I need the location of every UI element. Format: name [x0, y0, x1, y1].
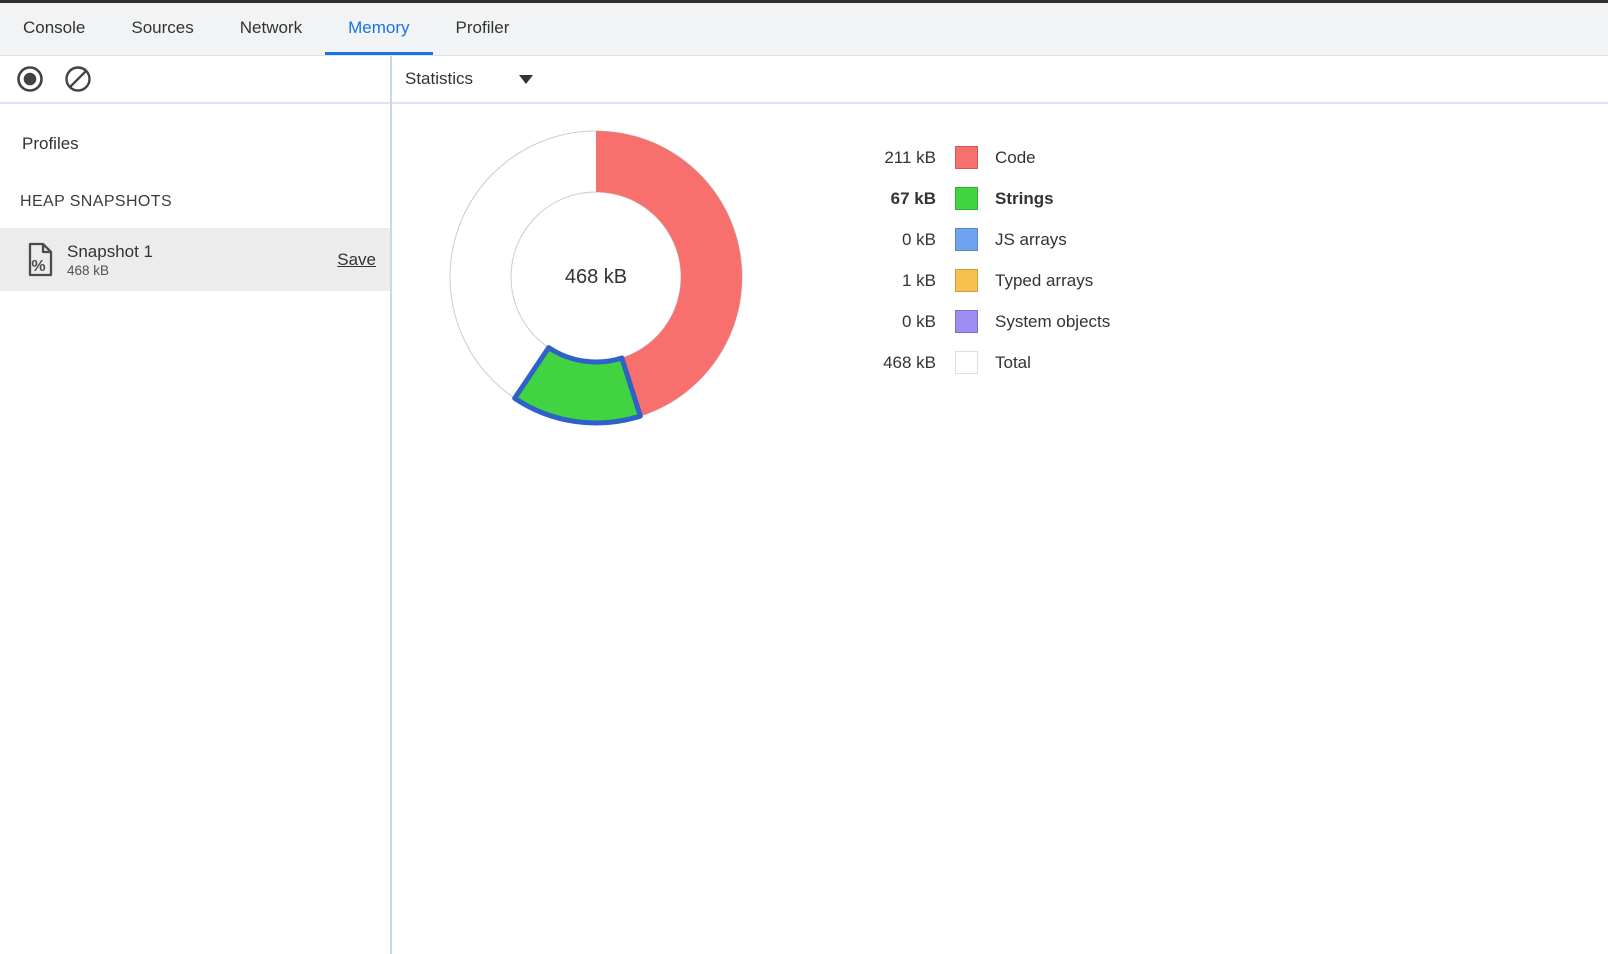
legend-row-total: 468 kB Total: [860, 342, 1110, 383]
statistics-view: 468 kB 211 kB Code 67 kB Strings 0 kB JS arra…: [392, 104, 1608, 954]
tab-network[interactable]: Network: [217, 3, 325, 55]
legend-label: Code: [995, 148, 1036, 168]
pie-slice-strings[interactable]: [515, 348, 641, 423]
legend-row-js-arrays[interactable]: 0 kB JS arrays: [860, 219, 1110, 260]
tab-console[interactable]: Console: [0, 3, 108, 55]
legend-value: 67 kB: [860, 189, 936, 209]
perspective-select-value: Statistics: [405, 69, 473, 89]
legend-label: Typed arrays: [995, 271, 1093, 291]
view-toolbar: Statistics: [390, 56, 533, 102]
perspective-select[interactable]: Statistics: [405, 69, 533, 89]
chart-legend: 211 kB Code 67 kB Strings 0 kB JS arrays 1 kB T…: [860, 137, 1110, 383]
svg-text:%: %: [31, 258, 45, 275]
legend-value: 1 kB: [860, 271, 936, 291]
legend-label: System objects: [995, 312, 1110, 332]
heap-snapshot-file-icon: %: [26, 242, 54, 277]
heap-statistics-donut-chart: [446, 127, 746, 427]
memory-panel-toolbar: Statistics: [0, 56, 1608, 104]
legend-label: Strings: [995, 189, 1054, 209]
snapshot-item[interactable]: % Snapshot 1468 kBSave: [0, 228, 390, 291]
legend-label: JS arrays: [995, 230, 1067, 250]
legend-swatch-icon: [955, 269, 978, 292]
snapshot-size: 468 kB: [67, 262, 337, 279]
legend-swatch-icon: [955, 351, 978, 374]
snapshot-text: Snapshot 1468 kB: [67, 241, 337, 279]
snapshot-list: % Snapshot 1468 kBSave: [0, 228, 390, 291]
devtools-tab-bar: ConsoleSourcesNetworkMemoryProfiler: [0, 3, 1608, 56]
heap-snapshots-section-header: HEAP SNAPSHOTS: [20, 193, 390, 211]
legend-value: 211 kB: [860, 148, 936, 168]
legend-row-system-objects[interactable]: 0 kB System objects: [860, 301, 1110, 342]
legend-row-code[interactable]: 211 kB Code: [860, 137, 1110, 178]
legend-swatch-icon: [955, 187, 978, 210]
save-link[interactable]: Save: [337, 250, 376, 270]
legend-swatch-icon: [955, 146, 978, 169]
legend-row-typed-arrays[interactable]: 1 kB Typed arrays: [860, 260, 1110, 301]
snapshot-name: Snapshot 1: [67, 241, 337, 262]
legend-value: 468 kB: [860, 353, 936, 373]
profiles-toolbar: [0, 56, 390, 102]
tab-memory[interactable]: Memory: [325, 3, 432, 55]
clear-icon[interactable]: [64, 65, 92, 93]
tab-profiler[interactable]: Profiler: [433, 3, 533, 55]
legend-value: 0 kB: [860, 230, 936, 250]
legend-swatch-icon: [955, 228, 978, 251]
sidebar-title: Profiles: [22, 134, 390, 154]
chevron-down-icon: [519, 75, 533, 84]
legend-row-strings[interactable]: 67 kB Strings: [860, 178, 1110, 219]
record-icon[interactable]: [16, 65, 44, 93]
profiles-sidebar: Profiles HEAP SNAPSHOTS % Snapshot 1468 k…: [0, 104, 390, 954]
tab-sources[interactable]: Sources: [108, 3, 216, 55]
legend-swatch-icon: [955, 310, 978, 333]
legend-label: Total: [995, 353, 1031, 373]
legend-value: 0 kB: [860, 312, 936, 332]
